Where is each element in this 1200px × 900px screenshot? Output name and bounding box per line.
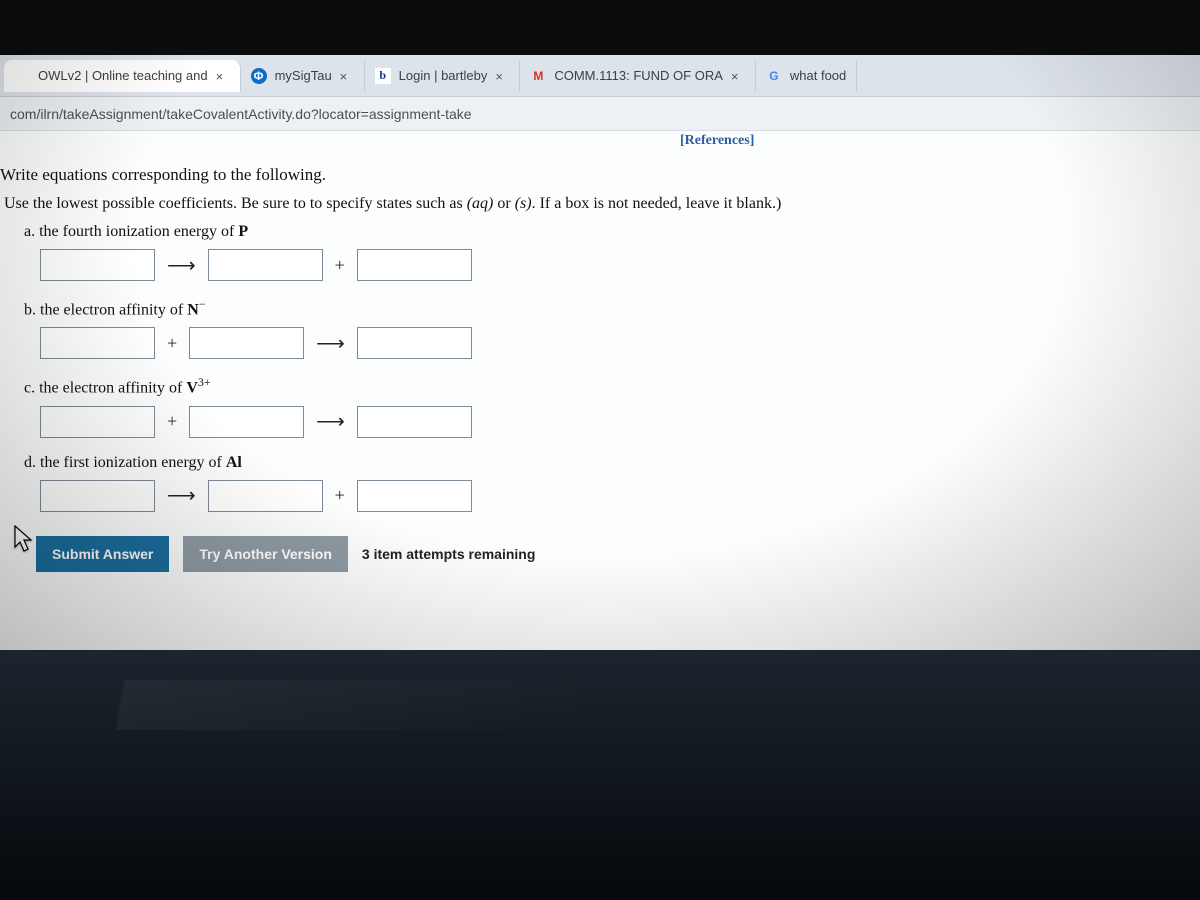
- gmail-favicon: [530, 68, 546, 84]
- instr-s: (s): [515, 195, 532, 212]
- references-link[interactable]: [References]: [680, 133, 754, 149]
- browser-tabstrip: OWLv2 | Online teaching and × Φ mySigTau…: [0, 55, 1200, 97]
- screen-viewport: OWLv2 | Online teaching and × Φ mySigTau…: [0, 55, 1200, 650]
- question-d-product1-input[interactable]: [208, 480, 323, 512]
- question-c-label: c. the electron affinity of V3+: [24, 375, 1190, 397]
- instr-prefix: Use the lowest possible coefficients. Be…: [4, 195, 467, 212]
- url-text: com/ilrn/takeAssignment/takeCovalentActi…: [10, 106, 472, 122]
- browser-tab-bartleby[interactable]: b Login | bartleby ×: [365, 60, 521, 92]
- assignment-content: [References] Write equations correspondi…: [0, 131, 1200, 650]
- question-d-label: d. the first ionization energy of Al: [24, 454, 1190, 472]
- question-c-reactant1-input[interactable]: [40, 406, 155, 438]
- monitor-bezel: OWLv2 | Online teaching and × Φ mySigTau…: [0, 0, 1200, 900]
- browser-tab-mysigtau[interactable]: Φ mySigTau ×: [241, 60, 365, 92]
- question-d-product2-input[interactable]: [357, 480, 472, 512]
- tab-title: Login | bartleby: [399, 68, 488, 83]
- question-a-reactant-input[interactable]: [40, 249, 155, 281]
- question-c-reactant2-input[interactable]: [189, 406, 304, 438]
- tab-title: mySigTau: [275, 68, 332, 83]
- plus-icon: +: [335, 255, 345, 276]
- question-b-product-input[interactable]: [357, 327, 472, 359]
- question-a-label: a. the fourth ionization energy of P: [24, 223, 1190, 241]
- plus-icon: +: [167, 333, 177, 354]
- action-button-row: Submit Answer Try Another Version 3 item…: [36, 536, 1190, 572]
- assignment-instructions: Use the lowest possible coefficients. Be…: [4, 195, 1190, 213]
- arrow-icon: ⟶: [316, 409, 345, 434]
- instr-suffix: . If a box is not needed, leave it blank…: [532, 195, 782, 212]
- arrow-icon: ⟶: [167, 253, 196, 278]
- browser-tab-comm1113[interactable]: COMM.1113: FUND OF ORA ×: [520, 60, 756, 92]
- question-b-equation: + ⟶: [40, 327, 1190, 359]
- plus-icon: +: [167, 411, 177, 432]
- close-icon[interactable]: ×: [216, 69, 230, 83]
- plus-icon: +: [335, 485, 345, 506]
- question-b-reactant2-input[interactable]: [189, 327, 304, 359]
- close-icon[interactable]: ×: [731, 69, 745, 83]
- question-a-product1-input[interactable]: [208, 249, 323, 281]
- tab-title: what food: [790, 68, 846, 83]
- browser-tab-owlv2[interactable]: OWLv2 | Online teaching and ×: [4, 60, 241, 92]
- question-d-reactant-input[interactable]: [40, 480, 155, 512]
- owl-favicon: [14, 68, 30, 84]
- sigtau-favicon: Φ: [251, 68, 267, 84]
- submit-answer-button[interactable]: Submit Answer: [36, 536, 169, 572]
- close-icon[interactable]: ×: [495, 69, 509, 83]
- question-b-reactant1-input[interactable]: [40, 327, 155, 359]
- tab-title: COMM.1113: FUND OF ORA: [554, 68, 723, 83]
- question-a-equation: ⟶ +: [40, 249, 1190, 281]
- arrow-icon: ⟶: [316, 331, 345, 356]
- close-icon[interactable]: ×: [340, 69, 354, 83]
- instr-aq: (aq): [467, 195, 494, 212]
- question-d-equation: ⟶ +: [40, 480, 1190, 512]
- desk-reflection: [0, 650, 1200, 900]
- question-b-label: b. the electron affinity of N−: [24, 297, 1190, 319]
- question-a-product2-input[interactable]: [357, 249, 472, 281]
- arrow-icon: ⟶: [167, 483, 196, 508]
- tab-title: OWLv2 | Online teaching and: [38, 68, 208, 83]
- bartleby-favicon: b: [375, 68, 391, 84]
- browser-tab-google-search[interactable]: what food: [756, 60, 857, 92]
- browser-urlbar[interactable]: com/ilrn/takeAssignment/takeCovalentActi…: [0, 97, 1200, 131]
- question-c-equation: + ⟶: [40, 406, 1190, 438]
- google-favicon: [766, 68, 782, 84]
- attempts-remaining-text: 3 item attempts remaining: [362, 546, 536, 562]
- try-another-version-button[interactable]: Try Another Version: [183, 536, 348, 572]
- assignment-prompt: Write equations corresponding to the fol…: [0, 165, 1190, 185]
- instr-or: or: [493, 195, 514, 212]
- question-c-product-input[interactable]: [357, 406, 472, 438]
